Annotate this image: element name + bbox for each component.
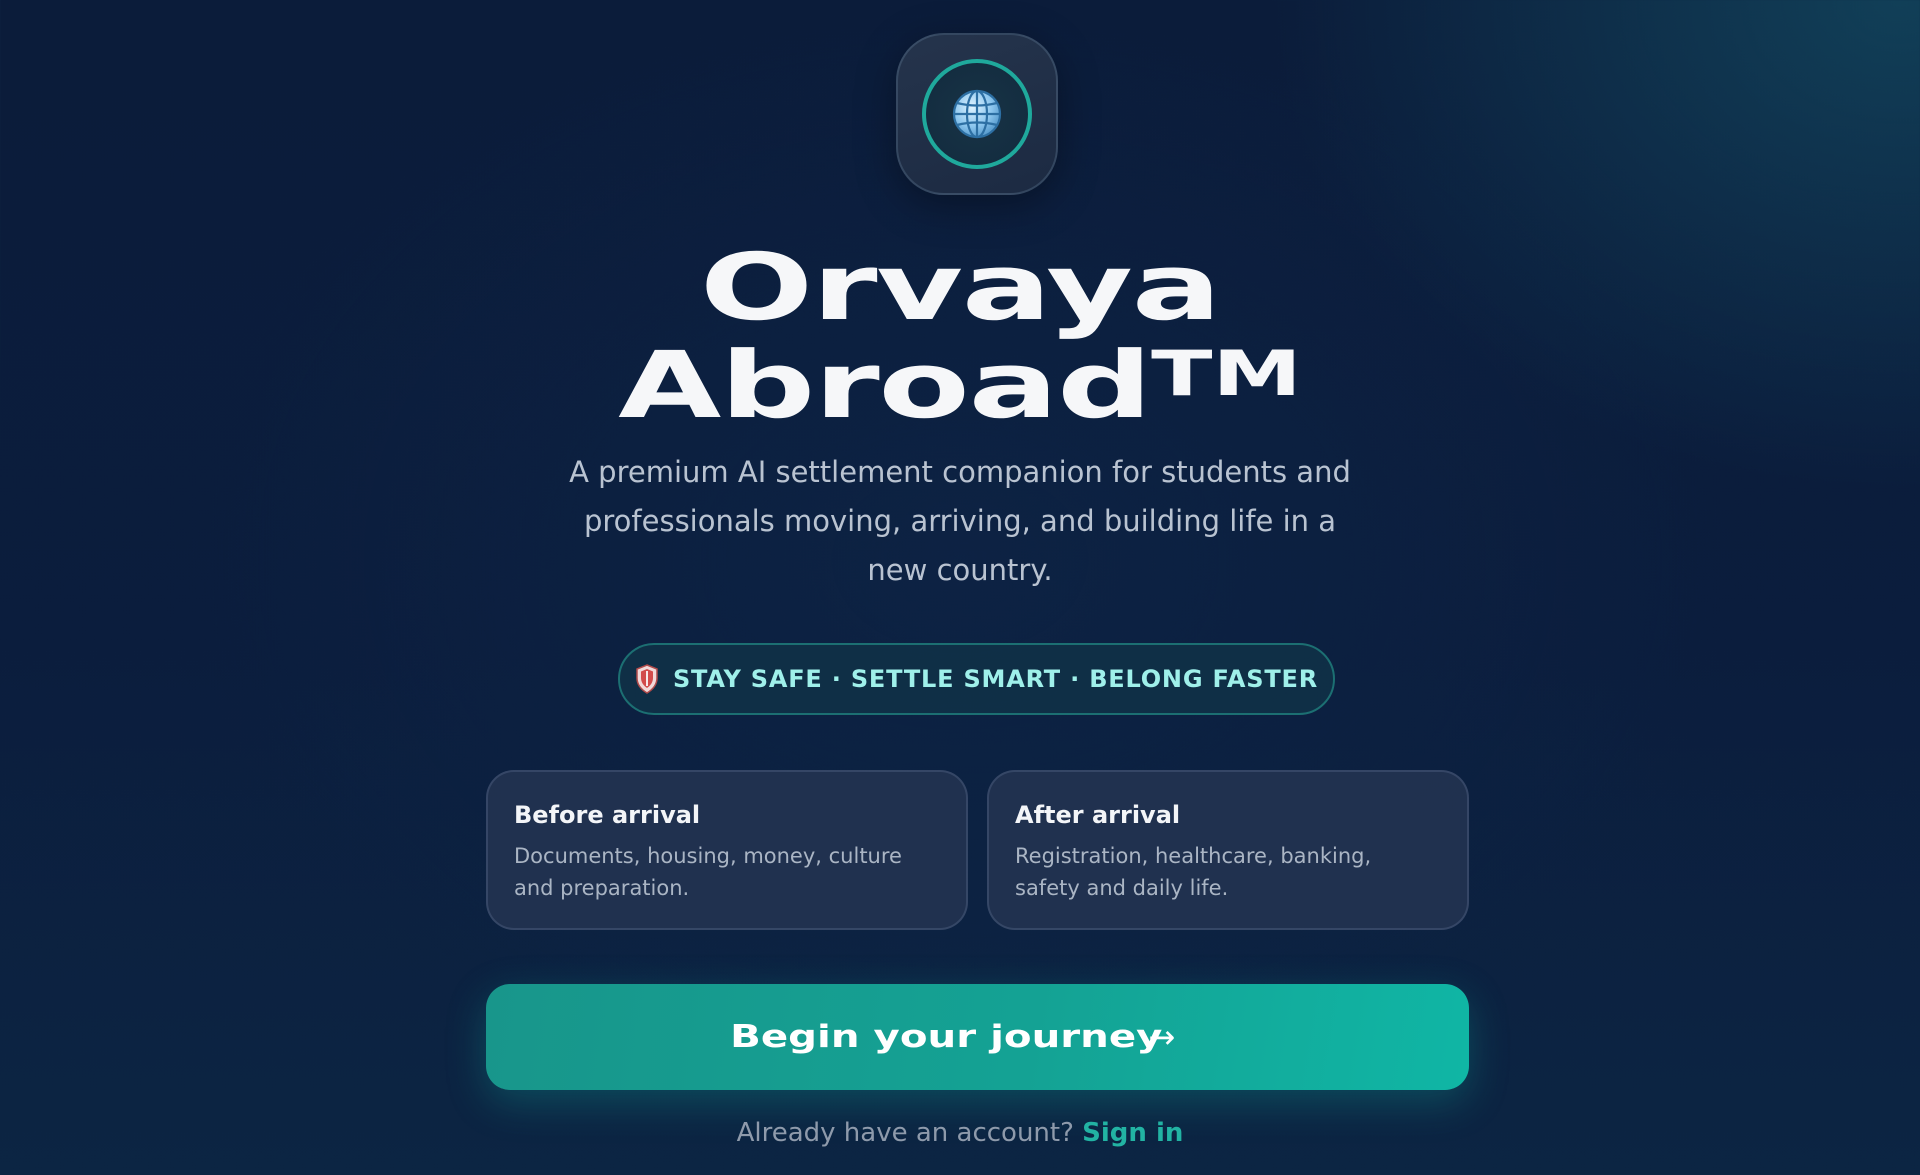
app-title-line2-text: Abroad [618, 332, 1152, 439]
begin-journey-label: Begin your journey [729, 1019, 1163, 1055]
trademark-mark: TM [1151, 337, 1302, 410]
motto-text: STAY SAFE · SETTLE SMART · BELONG FASTER [672, 665, 1319, 693]
card-description: Registration, healthcare, banking, safet… [1015, 844, 1372, 900]
signin-row: Already have an account? Sign in [0, 1116, 1920, 1150]
globe-icon [952, 89, 1002, 139]
sign-in-link[interactable]: Sign in [1082, 1118, 1183, 1148]
signin-prompt: Already have an account? [736, 1118, 1074, 1148]
before-arrival-card[interactable]: Before arrival Documents, housing, money… [486, 770, 968, 930]
logo-ring [922, 59, 1032, 169]
app-logo [896, 33, 1058, 195]
hero-tagline: A premium AI settlement companion for st… [569, 455, 1351, 587]
shield-icon [636, 664, 658, 694]
card-description: Documents, housing, money, culture and p… [514, 844, 902, 900]
welcome-screen: Orvaya AbroadTM A premium AI settlement … [0, 0, 1920, 1175]
motto-pill: STAY SAFE · SETTLE SMART · BELONG FASTER [618, 643, 1335, 715]
app-title-line2: AbroadTM [0, 331, 1920, 432]
card-title: Before arrival [514, 801, 701, 829]
begin-journey-button[interactable]: Begin your journey → [486, 984, 1469, 1090]
app-title: Orvaya AbroadTM [0, 234, 1920, 432]
app-title-line1: Orvaya [699, 234, 1222, 341]
after-arrival-card[interactable]: After arrival Registration, healthcare, … [987, 770, 1469, 930]
card-title: After arrival [1015, 801, 1181, 829]
